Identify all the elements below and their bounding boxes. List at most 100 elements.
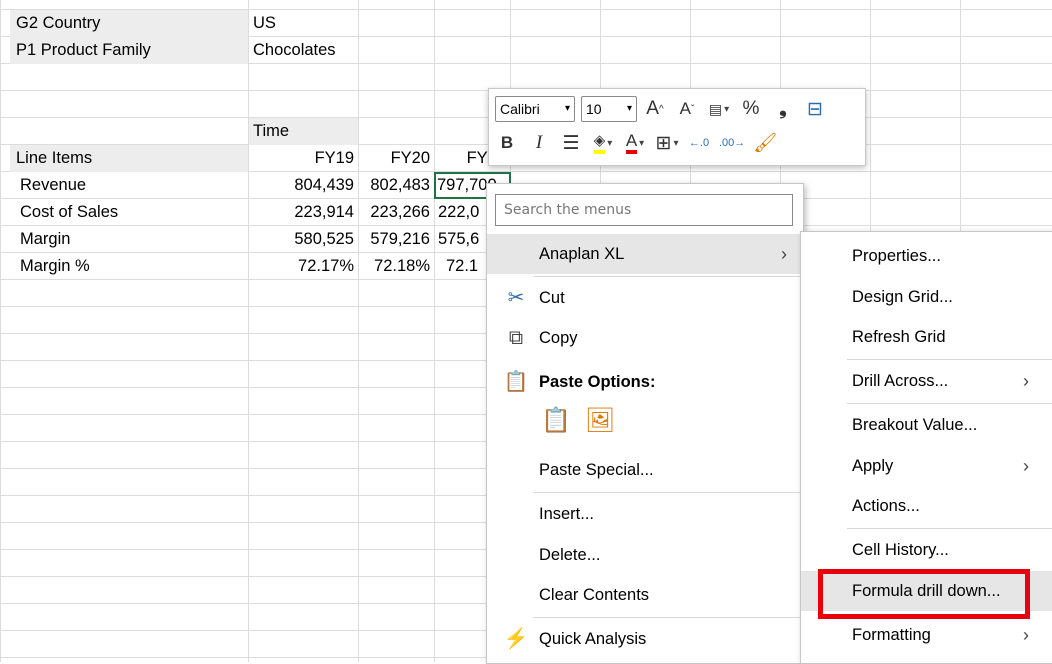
clipboard-icon: 📋 [503, 371, 529, 393]
chevron-right-icon: › [781, 244, 787, 264]
submenu-item-label: Formatting [852, 626, 931, 644]
align-center-icon[interactable]: ☰ [559, 129, 583, 157]
menu-item-label: Paste Special... [539, 461, 654, 479]
submenu-item-label: Drill Across... [852, 372, 949, 390]
menu-item-paste-options: 📋 Paste Options: [487, 362, 801, 402]
copy-icon: ⧉ [508, 327, 524, 349]
menu-item-quick-analysis[interactable]: ⚡ Quick Analysis [487, 619, 801, 659]
menu-item-insert[interactable]: Insert... [487, 494, 801, 534]
menu-item-delete[interactable]: Delete... [487, 535, 801, 575]
menu-item-cut[interactable]: ✂ Cut [487, 278, 801, 318]
fill-color-icon[interactable]: ◈ ▾ [591, 129, 615, 157]
menu-item-label: Anaplan XL [539, 245, 625, 263]
menu-separator [533, 492, 801, 493]
increase-font-size-icon[interactable]: A ^ [643, 95, 667, 123]
submenu-item-design-grid[interactable]: Design Grid... [801, 277, 1052, 317]
menu-separator [847, 403, 1052, 404]
column-header[interactable]: FY19 [249, 145, 358, 172]
data-cell[interactable]: 223,266 [359, 199, 434, 226]
menu-item-label: Copy [539, 329, 578, 347]
chevron-down-icon: ▾ [626, 103, 632, 114]
font-size-combo[interactable]: 10 ▾ [581, 96, 637, 122]
scissors-icon: ✂ [507, 287, 525, 309]
menu-item-clear-contents[interactable]: Clear Contents [487, 575, 801, 615]
submenu-item-label: Properties... [852, 247, 941, 265]
quick-analysis-icon: ⚡ [503, 628, 529, 650]
menu-item-label: Quick Analysis [539, 630, 647, 648]
italic-icon[interactable]: I [527, 129, 551, 157]
menu-item-label: Cut [539, 289, 565, 307]
data-cell[interactable]: 575,6 [438, 226, 486, 253]
chevron-down-icon: ▾ [564, 103, 570, 114]
accounting-format-icon[interactable]: ▤ ▾ [707, 95, 731, 123]
font-name-combo[interactable]: Calibri ▾ [495, 96, 575, 122]
col-divider [358, 0, 359, 662]
context-menu: Search the menus Anaplan XL › ✂ Cut ⧉ Co… [486, 183, 804, 664]
decrease-decimal-icon[interactable]: ←.0 [687, 129, 711, 157]
row-label[interactable]: Revenue [10, 172, 248, 199]
submenu-item-actions[interactable]: Actions... [801, 486, 1052, 526]
data-cell[interactable]: 72.1 [446, 253, 486, 280]
data-cell[interactable]: 223,914 [249, 199, 358, 226]
submenu-item-formatting[interactable]: Formatting › [801, 615, 1052, 655]
menu-item-label: Delete... [539, 546, 601, 564]
menu-item-paste-special[interactable]: Paste Special... [487, 450, 801, 490]
search-menus-input[interactable]: Search the menus [495, 194, 793, 226]
menu-item-copy[interactable]: ⧉ Copy [487, 318, 801, 358]
data-cell[interactable]: 804,439 [249, 172, 358, 199]
menu-item-anaplan-xl[interactable]: Anaplan XL › [487, 234, 801, 274]
paste-icon[interactable]: 📋 [541, 406, 571, 442]
percent-style-icon[interactable]: % [739, 95, 763, 123]
data-cell[interactable]: 802,483 [359, 172, 434, 199]
paste-option-buttons: 📋 🖼 [541, 406, 621, 442]
submenu-item-label: Design Grid... [852, 288, 953, 306]
format-painter-icon[interactable]: 🖌 [753, 129, 777, 157]
comma-style-icon[interactable]: ❟ [771, 95, 795, 123]
menu-separator [847, 359, 1052, 360]
paste-picture-icon[interactable]: 🖼 [585, 406, 615, 442]
filter-label[interactable]: P1 Product Family [10, 37, 248, 64]
submenu-item-drill-across[interactable]: Drill Across... › [801, 361, 1052, 401]
menu-separator [533, 276, 801, 277]
decrease-font-size-icon[interactable]: Aˇ [675, 95, 699, 123]
row-label[interactable]: Cost of Sales [10, 199, 248, 226]
submenu-item-breakout-value[interactable]: Breakout Value... [801, 405, 1052, 445]
highlight-box [818, 569, 1030, 619]
line-items-header[interactable]: Line Items [10, 145, 248, 172]
data-cell[interactable]: 222,0 [438, 199, 486, 226]
merge-center-icon[interactable]: ⊟ [803, 95, 827, 123]
submenu-item-label: Breakout Value... [852, 416, 978, 434]
submenu-item-apply[interactable]: Apply › [801, 446, 1052, 486]
time-header[interactable]: Time [249, 118, 358, 145]
filter-label[interactable]: G2 Country [10, 10, 248, 37]
row-label[interactable]: Margin [10, 226, 248, 253]
col-divider [434, 0, 435, 662]
filter-value[interactable]: Chocolates [249, 37, 358, 64]
font-name-value: Calibri [500, 101, 540, 117]
submenu-item-label: Cell History... [852, 541, 949, 559]
submenu-item-cell-history[interactable]: Cell History... [801, 530, 1052, 570]
data-cell[interactable]: 72.17% [249, 253, 358, 280]
filter-value[interactable]: US [249, 10, 358, 37]
menu-item-label: Clear Contents [539, 586, 650, 604]
submenu-item-label: Actions... [852, 497, 920, 515]
menu-item-label: Insert... [539, 505, 595, 523]
submenu-item-refresh-grid[interactable]: Refresh Grid [801, 317, 1052, 357]
font-color-icon[interactable]: A ▾ [623, 129, 647, 157]
font-size-value: 10 [586, 101, 602, 117]
increase-decimal-icon[interactable]: .00→ [719, 129, 745, 157]
column-header[interactable]: FY20 [359, 145, 434, 172]
row-label[interactable]: Margin % [10, 253, 248, 280]
menu-separator [847, 528, 1052, 529]
bold-icon[interactable]: B [495, 129, 519, 157]
data-cell[interactable]: 579,216 [359, 226, 434, 253]
menu-separator [533, 617, 801, 618]
submenu-item-label: Refresh Grid [852, 328, 946, 346]
borders-icon[interactable]: ⊞ ▾ [655, 129, 679, 157]
chevron-right-icon: › [1023, 625, 1029, 645]
mini-toolbar: Calibri ▾ 10 ▾ A ^ Aˇ ▤ ▾ % ❟ ⊟ B I ☰ ◈ ▾ A… [488, 88, 866, 166]
data-cell[interactable]: 580,525 [249, 226, 358, 253]
submenu-item-properties[interactable]: Properties... [801, 236, 1052, 276]
chevron-right-icon: › [1023, 456, 1029, 476]
data-cell[interactable]: 72.18% [359, 253, 434, 280]
